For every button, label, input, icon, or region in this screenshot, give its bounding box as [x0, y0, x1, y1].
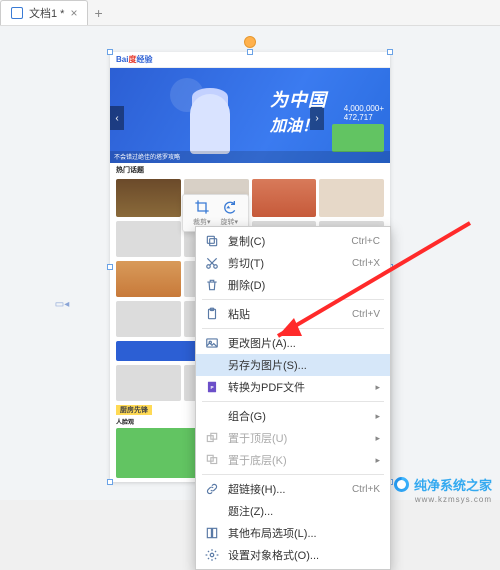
gutter-marker-icon: ▭◂: [56, 298, 68, 310]
watermark-logo-icon: [394, 477, 409, 492]
rotate-icon: [221, 199, 237, 215]
context-menu: 复制(C) Ctrl+C 剪切(T) Ctrl+X 删除(D) 粘贴 Ctrl+…: [195, 226, 391, 570]
picture-icon: [204, 335, 220, 351]
resize-handle[interactable]: [107, 264, 113, 270]
save-as-icon: [204, 357, 220, 373]
add-tab-button[interactable]: +: [94, 5, 102, 21]
menu-hyperlink[interactable]: 超链接(H)... Ctrl+K: [196, 478, 390, 500]
menu-layout-options[interactable]: 其他布局选项(L)...: [196, 522, 390, 544]
link-icon: [204, 481, 220, 497]
menu-change-picture[interactable]: 更改图片(A)...: [196, 332, 390, 354]
menu-send-back: 置于底层(K) ▸: [196, 449, 390, 471]
delete-icon: [204, 277, 220, 293]
send-back-icon: [204, 452, 220, 468]
thumbnail: [116, 179, 181, 217]
submenu-arrow-icon: ▸: [375, 382, 380, 393]
paste-icon: [204, 306, 220, 322]
group-icon: [204, 408, 220, 424]
menu-group[interactable]: 组合(G) ▸: [196, 405, 390, 427]
copy-icon: [204, 233, 220, 249]
crop-icon: [194, 199, 210, 215]
watermark: 纯净系统之家: [394, 475, 492, 494]
pdf-icon: P: [204, 379, 220, 395]
layout-icon: [204, 525, 220, 541]
resize-handle[interactable]: [107, 479, 113, 485]
resize-handle[interactable]: [387, 49, 393, 55]
rotate-handle-icon[interactable]: [244, 36, 256, 48]
crop-button[interactable]: 裁剪 ▾: [189, 199, 215, 227]
close-icon[interactable]: ×: [70, 6, 77, 20]
tab-bar: 文档1 * × +: [0, 0, 500, 26]
menu-bring-front: 置于顶层(U) ▸: [196, 427, 390, 449]
section-header: 热门话题: [110, 163, 390, 177]
document-tab[interactable]: 文档1 * ×: [0, 0, 88, 25]
menu-caption[interactable]: 题注(Z)...: [196, 500, 390, 522]
submenu-arrow-icon: ▸: [375, 433, 380, 444]
format-object-icon: [204, 547, 220, 563]
baidu-logo: Bai度经验: [116, 54, 152, 65]
cut-icon: [204, 255, 220, 271]
menu-save-as-picture[interactable]: 另存为图片(S)...: [196, 354, 390, 376]
bring-front-icon: [204, 430, 220, 446]
menu-cut[interactable]: 剪切(T) Ctrl+X: [196, 252, 390, 274]
hero-banner: ‹ › 为中国 加油！ 4,000,000+ 472,717 不会错过绝佳的塔罗…: [110, 68, 390, 163]
thumbnail-row: [110, 177, 390, 219]
menu-format-object[interactable]: 设置对象格式(O)...: [196, 544, 390, 566]
tab-title: 文档1 *: [29, 5, 64, 21]
resize-handle[interactable]: [247, 49, 253, 55]
caption-icon: [204, 503, 220, 519]
submenu-arrow-icon: ▸: [375, 455, 380, 466]
menu-copy[interactable]: 复制(C) Ctrl+C: [196, 230, 390, 252]
hero-cta: [332, 124, 384, 152]
editor-canvas: ▭◂ Bai度经验 ‹ › 为中国 加油！: [0, 26, 500, 500]
resize-handle[interactable]: [107, 49, 113, 55]
thumbnail: [319, 179, 384, 217]
watermark-brand: 纯净系统之家: [414, 475, 492, 494]
menu-paste[interactable]: 粘贴 Ctrl+V: [196, 303, 390, 325]
svg-text:P: P: [210, 385, 213, 390]
menu-convert-pdf[interactable]: P 转换为PDF文件 ▸: [196, 376, 390, 398]
menu-delete[interactable]: 删除(D): [196, 274, 390, 296]
rotate-button[interactable]: 旋转 ▾: [217, 199, 243, 227]
thumbnail: [252, 179, 317, 217]
document-icon: [11, 7, 23, 19]
submenu-arrow-icon: ▸: [375, 411, 380, 422]
hero-caption: 不会错过绝佳的塔罗攻略: [110, 151, 390, 163]
watermark-url: www.kzmsys.com: [415, 495, 492, 504]
carousel-prev-icon: ‹: [110, 106, 124, 130]
